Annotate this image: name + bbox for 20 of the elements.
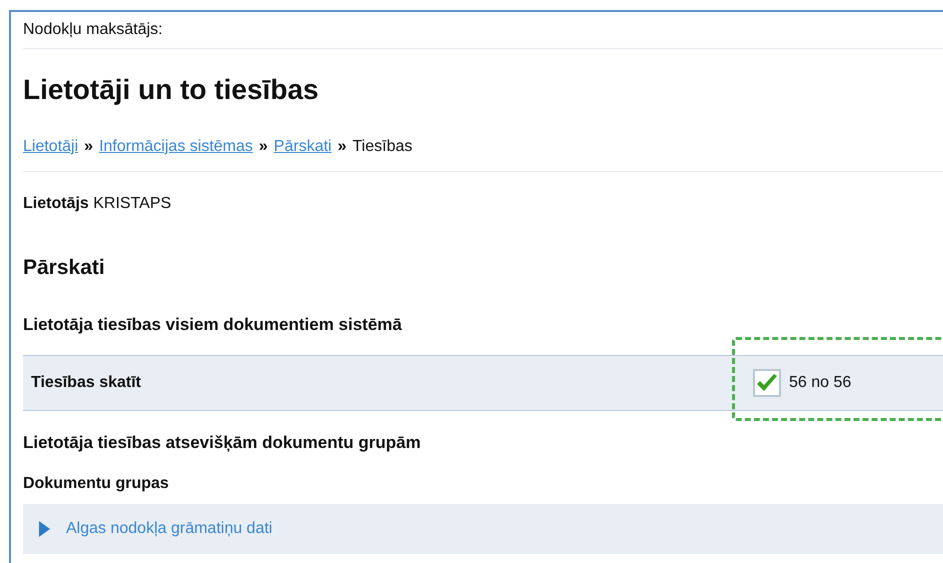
group-row[interactable]: Algas nodokļa grāmatiņu dati xyxy=(23,504,943,554)
breadcrumb-separator: » xyxy=(338,137,346,157)
user-info: Lietotājs KRISTAPS xyxy=(23,195,172,212)
breadcrumb-link[interactable]: Pārskati xyxy=(274,135,332,159)
breadcrumb-separator: » xyxy=(84,137,94,157)
section-heading: Lietotāja tiesības atsevišķām dokumentu grupām xyxy=(23,432,422,454)
permission-count: 56 no 56 xyxy=(789,373,852,393)
taxpayer-label: Nodokļu maksātājs: xyxy=(23,21,163,38)
expand-arrow-icon[interactable] xyxy=(39,520,50,536)
breadcrumb-link[interactable]: Informācijas sistēmas xyxy=(99,135,253,159)
section-heading: Lietotāja tiesības visiem dokumentiem sistēmā xyxy=(23,314,403,336)
subheading: Dokumentu grupas xyxy=(23,474,169,492)
permission-label: Tiesības skatīt xyxy=(30,373,142,393)
section-title: Pārskati xyxy=(23,255,106,281)
checkbox[interactable] xyxy=(753,369,781,397)
group-link[interactable]: Algas nodokļa grāmatiņu dati xyxy=(66,516,272,540)
page-title: Lietotāji un to tiesības xyxy=(23,73,320,107)
breadcrumb-link[interactable]: Lietotāji xyxy=(23,135,78,159)
breadcrumb-current: Tiesības xyxy=(352,137,412,157)
breadcrumb-separator: » xyxy=(258,137,268,157)
